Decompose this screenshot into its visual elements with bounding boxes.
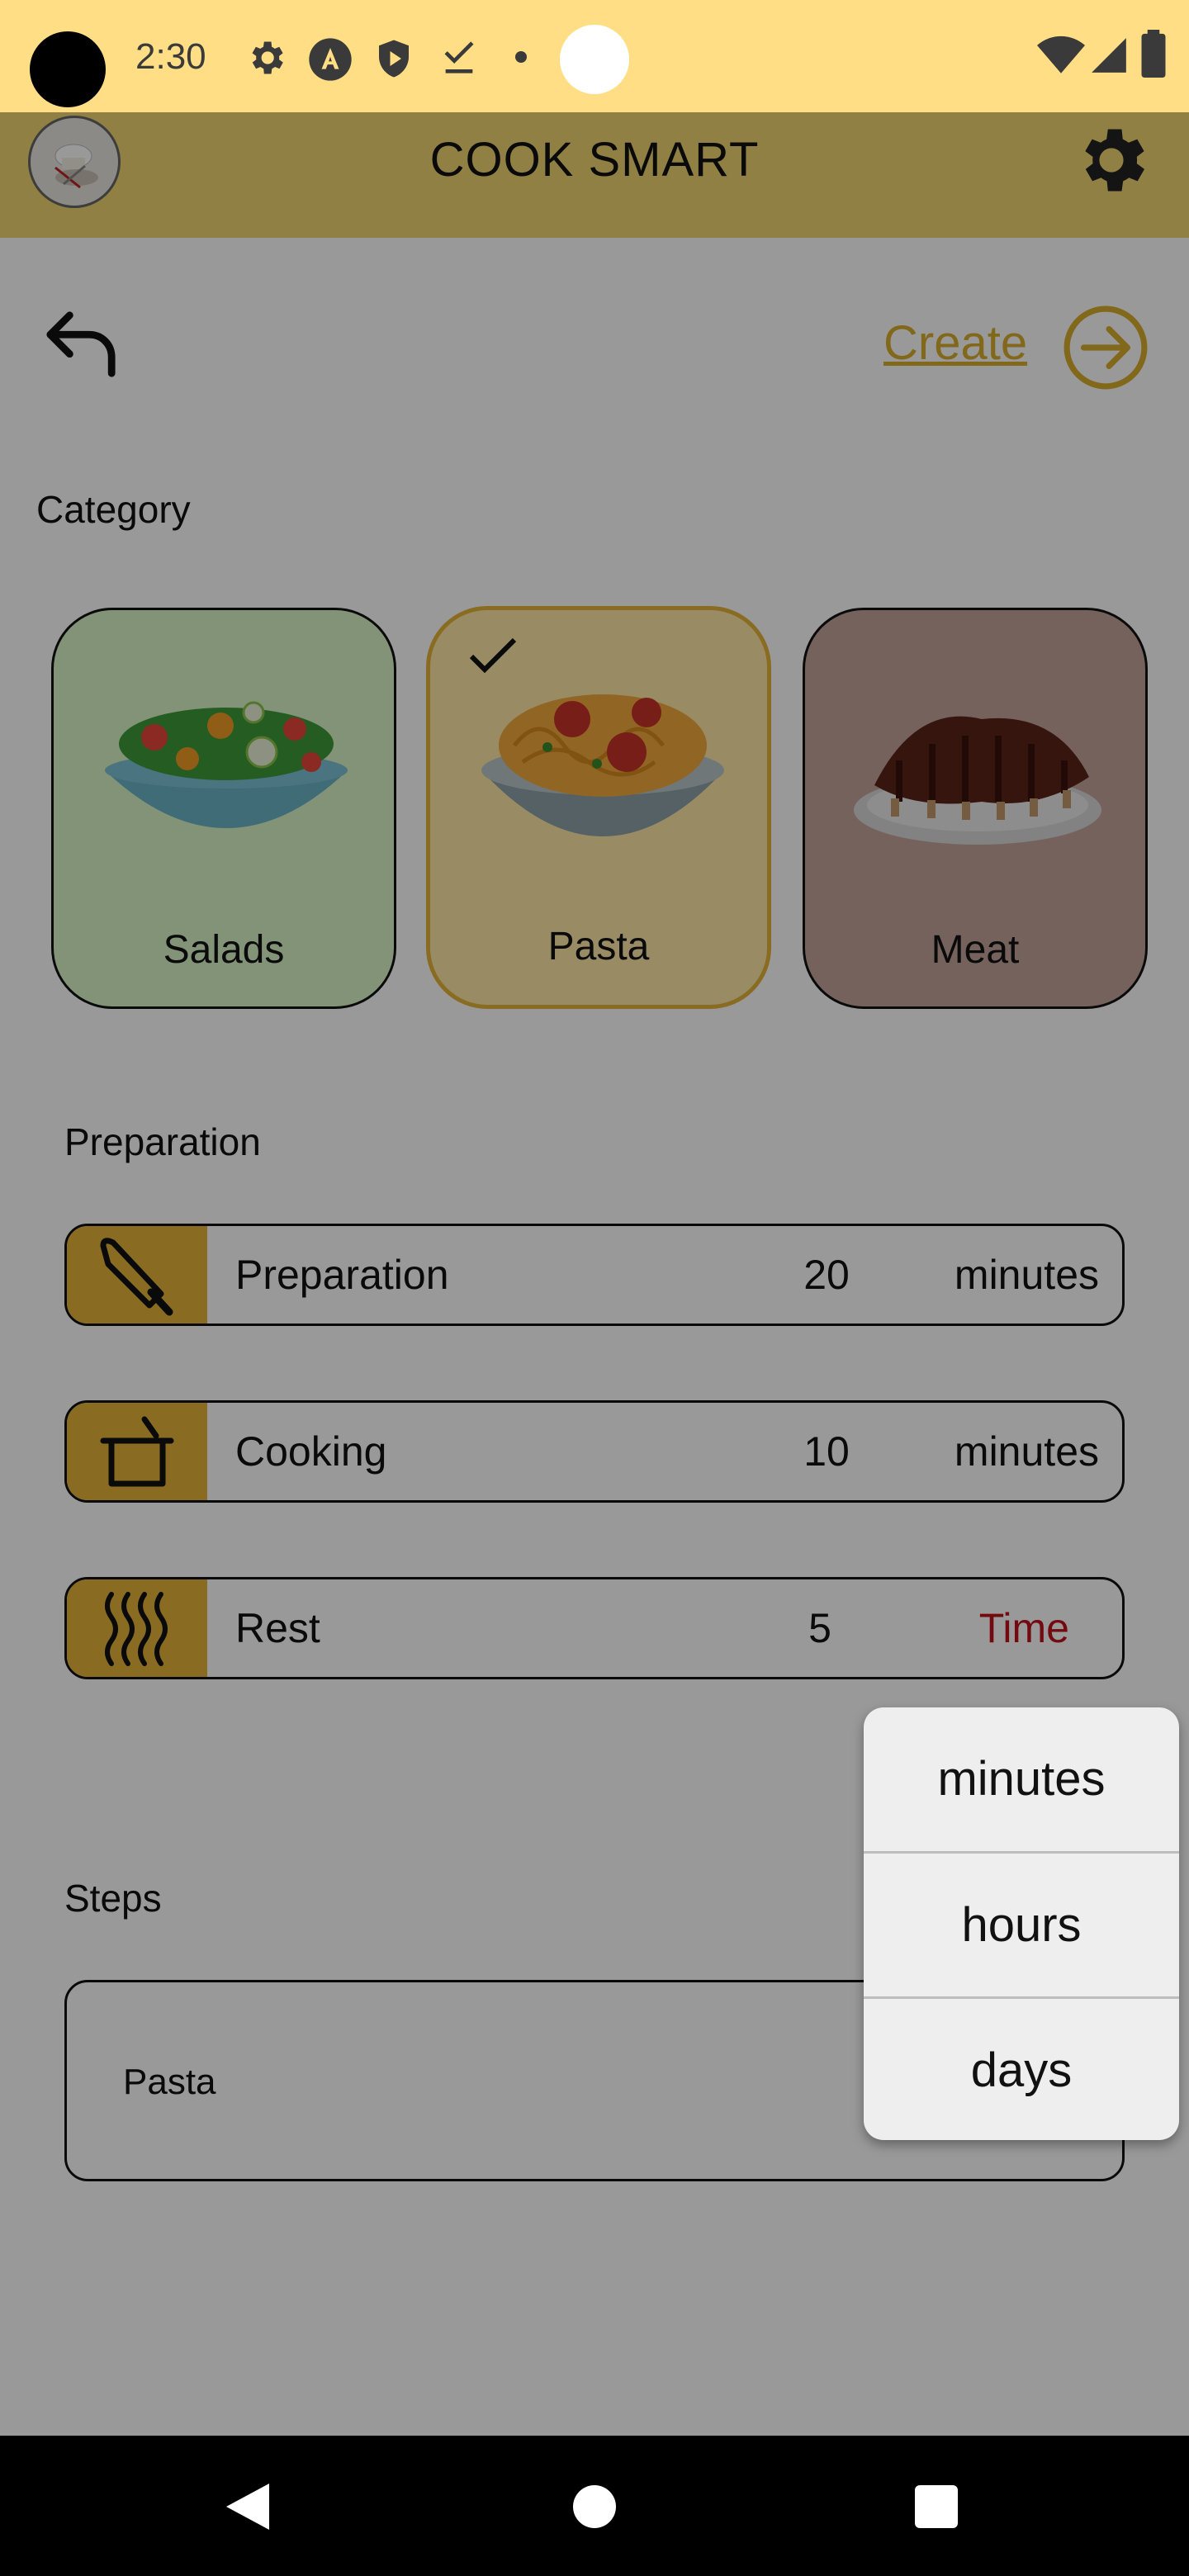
- menu-item-days[interactable]: days: [864, 1999, 1179, 2140]
- status-time: 2:30: [135, 36, 206, 77]
- dot-icon: [515, 51, 527, 63]
- status-bar: 2:30: [0, 0, 1189, 112]
- menu-item-hours[interactable]: hours: [864, 1854, 1179, 1997]
- notification-circle: [560, 25, 629, 94]
- shield-play-icon: [379, 40, 409, 78]
- download-done-icon: [444, 41, 474, 73]
- menu-item-minutes[interactable]: minutes: [864, 1707, 1179, 1851]
- home-circle-icon[interactable]: [573, 2485, 616, 2528]
- settings-icon: [252, 41, 283, 74]
- signal-icon: [1092, 38, 1126, 73]
- navigation-bar: [0, 2436, 1189, 2576]
- notification-a-icon: [309, 38, 352, 81]
- unit-dropdown-menu: minutes hours days: [864, 1707, 1179, 2140]
- back-triangle-icon[interactable]: [225, 2482, 271, 2531]
- camera-cutout: [30, 31, 106, 107]
- battery-icon: [1141, 30, 1166, 78]
- recents-square-icon[interactable]: [915, 2485, 958, 2528]
- wifi-icon: [1037, 36, 1085, 73]
